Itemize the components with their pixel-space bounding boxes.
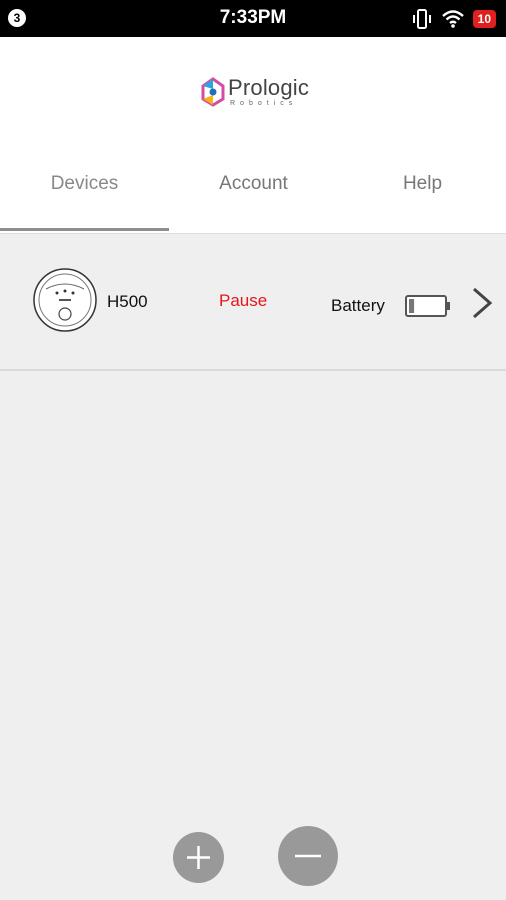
prologic-logo: Prologic Robotics xyxy=(200,75,310,111)
tab-help[interactable]: Help xyxy=(338,145,506,231)
tab-account[interactable]: Account xyxy=(169,145,338,231)
minus-icon xyxy=(295,854,321,858)
tab-devices[interactable]: Devices xyxy=(0,145,169,231)
device-name: H500 xyxy=(107,292,148,311)
add-device-button[interactable] xyxy=(173,832,224,883)
status-icons: 10 xyxy=(411,7,496,31)
battery-fill xyxy=(409,299,415,313)
remove-device-button[interactable] xyxy=(278,826,338,886)
robot-vacuum-icon xyxy=(33,268,97,332)
brand-name: Prologic xyxy=(228,75,310,100)
brand-tagline: Robotics xyxy=(230,100,298,107)
battery-icon xyxy=(405,295,450,317)
device-status: Pause xyxy=(219,291,268,310)
logo-mark-icon xyxy=(201,77,225,107)
battery-label: Battery xyxy=(331,296,385,315)
battery-level-badge: 10 xyxy=(472,10,496,28)
wifi-icon xyxy=(441,10,464,28)
chevron-right-icon[interactable] xyxy=(470,286,494,320)
device-list-item[interactable]: H500 Pause Battery xyxy=(0,234,506,371)
app-header: Prologic Robotics Devices Account Help xyxy=(0,37,506,234)
vibrate-icon xyxy=(412,9,431,29)
plus-icon xyxy=(187,846,210,869)
active-tab-indicator xyxy=(0,228,169,231)
status-bar: 3 7:33PM 10 xyxy=(0,0,506,37)
tab-bar: Devices Account Help xyxy=(0,145,506,234)
